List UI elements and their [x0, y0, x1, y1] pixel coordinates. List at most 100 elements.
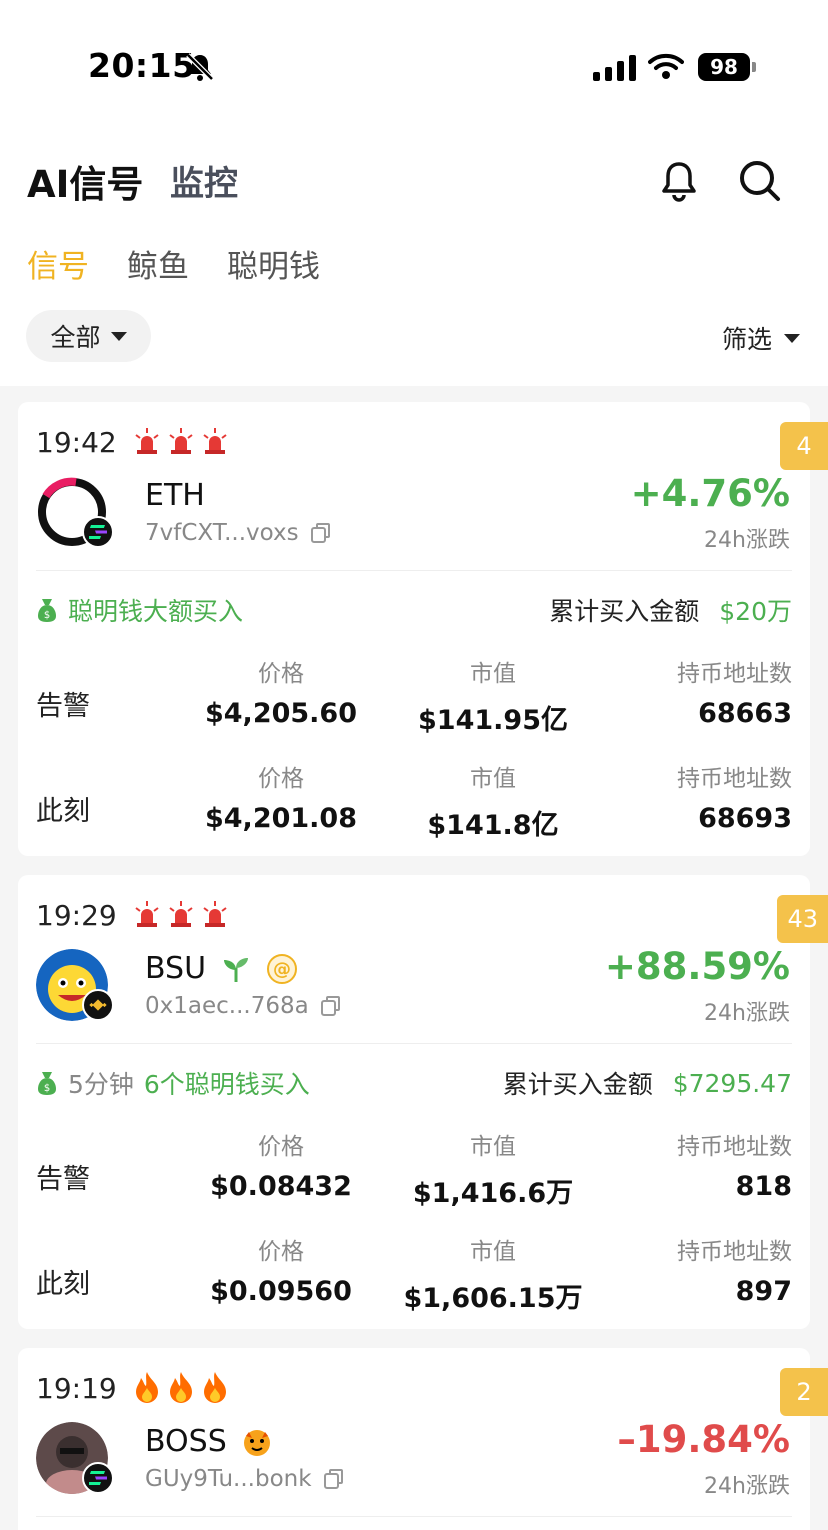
address-text: 7vfCXT...voxs — [145, 520, 299, 546]
copy-icon[interactable] — [319, 994, 343, 1018]
holders-label: 持币地址数 — [677, 661, 792, 687]
header: AI信号 监控 信号 鲸鱼 聪明钱 全部 筛选 — [0, 120, 828, 386]
now-label: 此刻 — [36, 796, 90, 827]
now-stats-row: 此刻 价格 $0.09560 市值 $1,606.15万 持币地址数 897 — [36, 1232, 792, 1322]
cellular-signal-icon — [593, 55, 636, 81]
now-price: $4,201.08 — [204, 803, 358, 834]
signal-count-badge: 43 — [777, 895, 828, 943]
signal-summary: $ 5分钟 6个聪明钱买入 累计买入金额 $7295.47 — [36, 1065, 792, 1101]
price-change: +4.76% — [630, 472, 790, 515]
at-mention-icon: @ — [267, 953, 298, 984]
price-change: –19.84% — [617, 1418, 790, 1461]
filter-screen-label: 筛选 — [722, 325, 773, 354]
token-address: 0x1aec...768a — [145, 993, 343, 1019]
sprout-icon — [224, 957, 249, 982]
fire-icon — [204, 1372, 226, 1403]
battery-level: 98 — [698, 53, 750, 81]
caret-down-icon — [784, 333, 801, 343]
token-address: 7vfCXT...voxs — [145, 520, 333, 546]
wifi-icon — [648, 53, 684, 79]
now-stats-row: 此刻 价格 $4,201.08 市值 $141.8亿 持币地址数 68693 — [36, 759, 792, 849]
fire-icon — [170, 1372, 192, 1403]
signal-card[interactable]: 19:29 43 BSU @ 0x1aec...768a +88.59% 24h… — [18, 875, 828, 1329]
signal-timeframe: 5分钟 — [68, 1070, 134, 1099]
bell-muted-icon — [186, 53, 214, 81]
fire-icon — [136, 1372, 158, 1403]
solana-chain-icon — [82, 516, 114, 548]
copy-icon[interactable] — [309, 521, 333, 545]
svg-text:$: $ — [44, 1083, 50, 1094]
status-bar: 20:15 98 — [0, 0, 828, 120]
token-name[interactable]: ETH — [145, 478, 205, 513]
signal-summary: $ 聪明钱大额买入 累计买入金额 $20万 — [36, 592, 792, 628]
alert-label: 告警 — [36, 691, 90, 722]
cumulative-buy-value: $20万 — [719, 597, 792, 626]
alert-holders: 68663 — [698, 698, 792, 729]
copy-icon[interactable] — [322, 1467, 346, 1491]
filter-all-dropdown[interactable]: 全部 — [26, 310, 151, 362]
now-holders: 897 — [735, 1276, 792, 1307]
holders-label: 持币地址数 — [677, 1239, 792, 1265]
change-label: 24h涨跌 — [704, 1001, 790, 1026]
subtab-smart-money[interactable]: 聪明钱 — [227, 241, 320, 286]
cumulative-buy-value: $7295.47 — [672, 1068, 792, 1098]
token-symbol: BOSS — [145, 1424, 227, 1459]
alarm-level — [132, 1370, 230, 1404]
bell-icon[interactable] — [656, 158, 702, 204]
alert-price: $0.08432 — [210, 1171, 352, 1202]
change-label: 24h涨跌 — [704, 1474, 790, 1499]
now-mcap: $141.8亿 — [427, 810, 559, 841]
signal-time: 19:29 — [36, 899, 117, 932]
signal-count-badge: 4 — [780, 422, 828, 470]
token-symbol: BSU — [145, 951, 207, 986]
price-change: +88.59% — [604, 945, 790, 988]
alert-stats-row: 告警 价格 $0.08432 市值 $1,416.6万 持币地址数 818 — [36, 1127, 792, 1217]
svg-text:@: @ — [273, 959, 291, 980]
address-text: 0x1aec...768a — [145, 993, 309, 1019]
divider — [36, 570, 792, 571]
tab-monitor[interactable]: 监控 — [170, 156, 238, 205]
siren-icon — [169, 428, 193, 454]
alert-label: 告警 — [36, 1164, 90, 1195]
cumulative-buy-label: 累计买入金额 — [549, 597, 700, 626]
token-name[interactable]: BOSS — [145, 1424, 273, 1459]
token-symbol: ETH — [145, 478, 205, 513]
now-label: 此刻 — [36, 1269, 90, 1300]
change-label: 24h涨跌 — [704, 528, 790, 553]
signal-time: 19:42 — [36, 426, 117, 459]
signal-time: 19:19 — [36, 1372, 117, 1405]
signal-card[interactable]: 19:19 2 BOSS GUy9Tu...bonk –19.84% 24h涨跌 — [18, 1348, 828, 1530]
token-name[interactable]: BSU @ — [145, 951, 298, 986]
cumulative-buy-label: 累计买入金额 — [502, 1070, 653, 1099]
holders-label: 持币地址数 — [677, 766, 792, 792]
filter-screen-dropdown[interactable]: 筛选 — [722, 320, 801, 356]
now-holders: 68693 — [698, 803, 792, 834]
token-address: GUy9Tu...bonk — [145, 1466, 346, 1492]
alarm-level — [132, 899, 230, 929]
tab-ai-signal[interactable]: AI信号 — [27, 154, 143, 208]
subtab-signal[interactable]: 信号 — [27, 241, 89, 286]
alert-mcap: $1,416.6万 — [412, 1178, 574, 1209]
siren-icon — [135, 901, 159, 927]
siren-icon — [203, 428, 227, 454]
money-bag-icon: $ — [38, 1072, 56, 1095]
price-label: 价格 — [258, 661, 304, 687]
mcap-label: 市值 — [470, 1134, 516, 1160]
signal-text: 聪明钱大额买入 — [68, 597, 244, 626]
now-mcap: $1,606.15万 — [403, 1283, 583, 1314]
subtab-whale[interactable]: 鲸鱼 — [127, 241, 189, 286]
search-icon[interactable] — [737, 158, 783, 204]
alarm-level — [132, 426, 230, 456]
divider — [36, 1043, 792, 1044]
alert-price: $4,205.60 — [204, 698, 358, 729]
signal-card[interactable]: 19:42 4 ETH 7vfCXT...voxs +4.76% 24h涨跌 $… — [18, 402, 828, 856]
now-price: $0.09560 — [210, 1276, 352, 1307]
price-label: 价格 — [258, 1134, 304, 1160]
alert-holders: 818 — [735, 1171, 792, 1202]
siren-icon — [169, 901, 193, 927]
svg-text:$: $ — [44, 610, 50, 621]
mcap-label: 市值 — [470, 766, 516, 792]
solana-chain-icon — [82, 1462, 114, 1494]
siren-icon — [203, 901, 227, 927]
bonk-dog-icon — [243, 1429, 270, 1456]
